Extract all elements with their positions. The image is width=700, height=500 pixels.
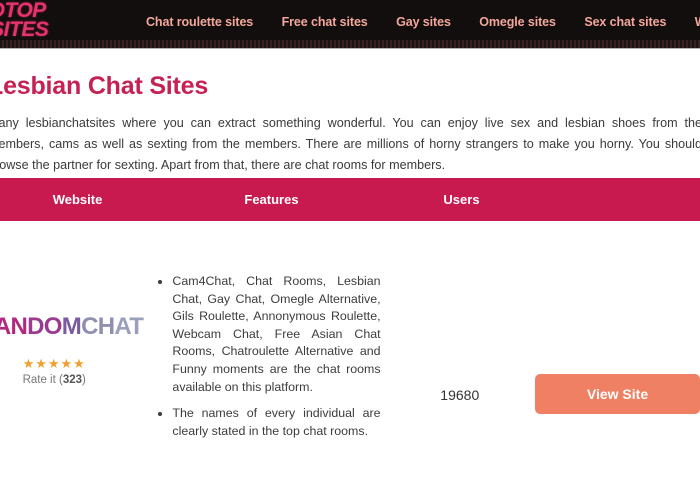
column-header-users: Users xyxy=(443,192,480,207)
column-header-website: Website xyxy=(52,192,103,207)
sites-comparison-table: Website Features Users RANDOMCHAT ★★★★★ … xyxy=(0,178,700,500)
cell-users-count: 19680 xyxy=(440,387,480,403)
site-header: TEDTOP EBSITES Chat roulette sites Free … xyxy=(0,0,700,40)
cell-action: View Site xyxy=(533,221,700,414)
rate-it-text-end: ) xyxy=(82,374,86,386)
brand-part-6: AT xyxy=(114,313,144,340)
rate-it-label[interactable]: Rate it (323) xyxy=(0,374,154,386)
nav-item-gay-sites[interactable]: Gay sites xyxy=(396,15,451,29)
page-title: Lesbian Chat Sites xyxy=(0,72,209,100)
list-item: Cam4Chat, Chat Rooms, Lesbian Chat, Gay … xyxy=(172,273,386,396)
nav-item-webcam-sites[interactable]: Webc xyxy=(695,15,700,29)
brand-part-2: AN xyxy=(0,313,28,340)
cell-features: Cam4Chat, Chat Rooms, Lesbian Chat, Gay … xyxy=(154,221,386,450)
column-header-features: Features xyxy=(244,192,299,207)
site-logo-randomchat[interactable]: RANDOMCHAT xyxy=(0,313,154,341)
nav-item-sex-chat-sites[interactable]: Sex chat sites xyxy=(584,15,666,29)
rate-it-text: Rate it ( xyxy=(22,374,63,386)
logo-line-2: EBSITES xyxy=(0,18,49,40)
table-header-row: Website Features Users xyxy=(0,178,700,221)
view-site-button[interactable]: View Site xyxy=(535,374,700,414)
brand-part-4: M xyxy=(61,313,82,340)
nav-item-free-chat-sites[interactable]: Free chat sites xyxy=(282,15,368,29)
header-texture-divider xyxy=(0,40,700,49)
star-rating-icon[interactable]: ★★★★★ xyxy=(0,356,154,372)
brand-part-5: CH xyxy=(81,313,115,340)
brand-part-3: DO xyxy=(27,313,62,340)
rate-it-count: 323 xyxy=(62,374,83,386)
list-item: The names of every individual are clearl… xyxy=(172,405,386,440)
page-root: TEDTOP EBSITES Chat roulette sites Free … xyxy=(0,0,700,500)
nav-item-chat-roulette-sites[interactable]: Chat roulette sites xyxy=(146,15,253,29)
main-content: Lesbian Chat Sites many lesbianchatsites… xyxy=(0,49,700,176)
site-logo[interactable]: TEDTOP EBSITES xyxy=(0,0,152,40)
features-list: Cam4Chat, Chat Rooms, Lesbian Chat, Gay … xyxy=(154,273,386,440)
table-row: RANDOMCHAT ★★★★★ Rate it (323) Cam4Chat,… xyxy=(0,221,700,500)
nav-item-omegle-sites[interactable]: Omegle sites xyxy=(479,15,556,29)
main-navigation: Chat roulette sites Free chat sites Gay … xyxy=(146,13,700,31)
cell-website: RANDOMCHAT ★★★★★ Rate it (323) xyxy=(0,221,154,386)
intro-paragraph: many lesbianchatsites where you can extr… xyxy=(0,116,700,172)
